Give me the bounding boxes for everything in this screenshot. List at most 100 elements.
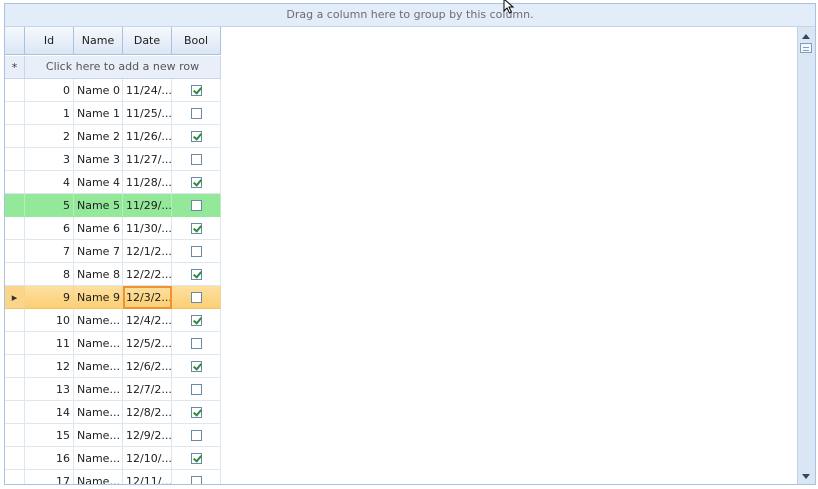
cell-date[interactable]: 12/9/2... xyxy=(123,424,172,447)
cell-bool[interactable] xyxy=(172,424,221,447)
cell-id[interactable]: 1 xyxy=(25,102,74,125)
cell-date[interactable]: 11/29/... xyxy=(123,194,172,217)
cell-date[interactable]: 12/7/2... xyxy=(123,378,172,401)
table-row[interactable]: 13 Name... 12/7/2... xyxy=(5,378,221,401)
row-indicator[interactable] xyxy=(5,148,25,171)
checkbox[interactable] xyxy=(190,84,202,96)
data-grid[interactable]: Drag a column here to group by this colu… xyxy=(4,3,816,485)
table-row[interactable]: 12 Name... 12/6/2... xyxy=(5,355,221,378)
cell-id[interactable]: 3 xyxy=(25,148,74,171)
cell-id[interactable]: 12 xyxy=(25,355,74,378)
cell-id[interactable]: 14 xyxy=(25,401,74,424)
table-row[interactable]: 8 Name 8 12/2/2... xyxy=(5,263,221,286)
cell-bool[interactable] xyxy=(172,447,221,470)
cell-bool[interactable] xyxy=(172,171,221,194)
cell-name[interactable]: Name 3 xyxy=(74,148,123,171)
cell-date[interactable]: 12/10/... xyxy=(123,447,172,470)
table-row[interactable]: 11 Name... 12/5/2... xyxy=(5,332,221,355)
cell-id[interactable]: 6 xyxy=(25,217,74,240)
table-row[interactable]: 5 Name 5 11/29/... xyxy=(5,194,221,217)
cell-name[interactable]: Name... xyxy=(74,355,123,378)
row-indicator[interactable] xyxy=(5,263,25,286)
scrollbar-thumb[interactable] xyxy=(800,43,812,53)
row-indicator[interactable] xyxy=(5,378,25,401)
checkbox[interactable] xyxy=(190,383,202,395)
cell-name[interactable]: Name... xyxy=(74,470,123,484)
row-indicator[interactable] xyxy=(5,240,25,263)
cell-name[interactable]: Name 8 xyxy=(74,263,123,286)
checkbox[interactable] xyxy=(190,199,202,211)
cell-name[interactable]: Name 2 xyxy=(74,125,123,148)
checkbox[interactable] xyxy=(190,222,202,234)
row-indicator[interactable] xyxy=(5,79,25,102)
row-indicator[interactable] xyxy=(5,332,25,355)
row-indicator[interactable] xyxy=(5,470,25,484)
checkbox[interactable] xyxy=(190,291,202,303)
cell-date[interactable]: 12/6/2... xyxy=(123,355,172,378)
table-row[interactable]: 7 Name 7 12/1/2... xyxy=(5,240,221,263)
row-indicator[interactable] xyxy=(5,447,25,470)
row-indicator[interactable] xyxy=(5,401,25,424)
row-indicator[interactable] xyxy=(5,309,25,332)
cell-date[interactable]: 11/30/... xyxy=(123,217,172,240)
column-header-name[interactable]: Name xyxy=(74,27,123,55)
cell-bool[interactable] xyxy=(172,125,221,148)
cell-bool[interactable] xyxy=(172,470,221,484)
checkbox[interactable] xyxy=(190,337,202,349)
row-indicator[interactable] xyxy=(5,171,25,194)
checkbox[interactable] xyxy=(190,360,202,372)
cell-id[interactable]: 4 xyxy=(25,171,74,194)
cell-name[interactable]: Name 5 xyxy=(74,194,123,217)
vertical-scrollbar[interactable] xyxy=(797,27,815,484)
cell-date[interactable]: 12/3/2... xyxy=(123,286,172,309)
column-header-bool[interactable]: Bool xyxy=(172,27,221,55)
cell-bool[interactable] xyxy=(172,355,221,378)
table-row[interactable]: 17 Name... 12/11/... xyxy=(5,470,221,484)
cell-id[interactable]: 2 xyxy=(25,125,74,148)
cell-id[interactable]: 9 xyxy=(25,286,74,309)
cell-date[interactable]: 12/2/2... xyxy=(123,263,172,286)
add-new-row[interactable]: * Click here to add a new row xyxy=(5,56,221,79)
cell-id[interactable]: 0 xyxy=(25,79,74,102)
row-indicator[interactable] xyxy=(5,355,25,378)
table-row[interactable]: 1 Name 1 11/25/... xyxy=(5,102,221,125)
table-row[interactable]: 4 Name 4 11/28/... xyxy=(5,171,221,194)
checkbox[interactable] xyxy=(190,176,202,188)
cell-name[interactable]: Name... xyxy=(74,332,123,355)
cell-date[interactable]: 11/28/... xyxy=(123,171,172,194)
cell-id[interactable]: 10 xyxy=(25,309,74,332)
table-row[interactable]: 3 Name 3 11/27/... xyxy=(5,148,221,171)
row-indicator[interactable] xyxy=(5,125,25,148)
table-row[interactable]: 2 Name 2 11/26/... xyxy=(5,125,221,148)
checkbox[interactable] xyxy=(190,268,202,280)
cell-name[interactable]: Name... xyxy=(74,309,123,332)
cell-name[interactable]: Name... xyxy=(74,424,123,447)
column-header-date[interactable]: Date xyxy=(123,27,172,55)
group-by-panel[interactable]: Drag a column here to group by this colu… xyxy=(5,4,815,27)
table-row[interactable]: ▸ 9 Name 9 12/3/2... xyxy=(5,286,221,309)
cell-id[interactable]: 7 xyxy=(25,240,74,263)
checkbox[interactable] xyxy=(190,245,202,257)
checkbox[interactable] xyxy=(190,153,202,165)
cell-date[interactable]: 11/27/... xyxy=(123,148,172,171)
arrow-right-icon[interactable]: ▸ xyxy=(5,286,25,309)
cell-name[interactable]: Name 4 xyxy=(74,171,123,194)
cell-date[interactable]: 12/4/2... xyxy=(123,309,172,332)
cell-name[interactable]: Name... xyxy=(74,378,123,401)
checkbox[interactable] xyxy=(190,130,202,142)
cell-date[interactable]: 12/1/2... xyxy=(123,240,172,263)
cell-date[interactable]: 11/24/... xyxy=(123,79,172,102)
cell-name[interactable]: Name 9 xyxy=(74,286,123,309)
cell-id[interactable]: 11 xyxy=(25,332,74,355)
cell-id[interactable]: 17 xyxy=(25,470,74,484)
cell-name[interactable]: Name 7 xyxy=(74,240,123,263)
arrow-down-icon[interactable] xyxy=(802,474,810,479)
cell-bool[interactable] xyxy=(172,378,221,401)
cell-id[interactable]: 5 xyxy=(25,194,74,217)
cell-bool[interactable] xyxy=(172,217,221,240)
cell-name[interactable]: Name 0 xyxy=(74,79,123,102)
row-indicator[interactable] xyxy=(5,424,25,447)
cell-name[interactable]: Name 1 xyxy=(74,102,123,125)
checkbox[interactable] xyxy=(190,107,202,119)
table-row[interactable]: 6 Name 6 11/30/... xyxy=(5,217,221,240)
